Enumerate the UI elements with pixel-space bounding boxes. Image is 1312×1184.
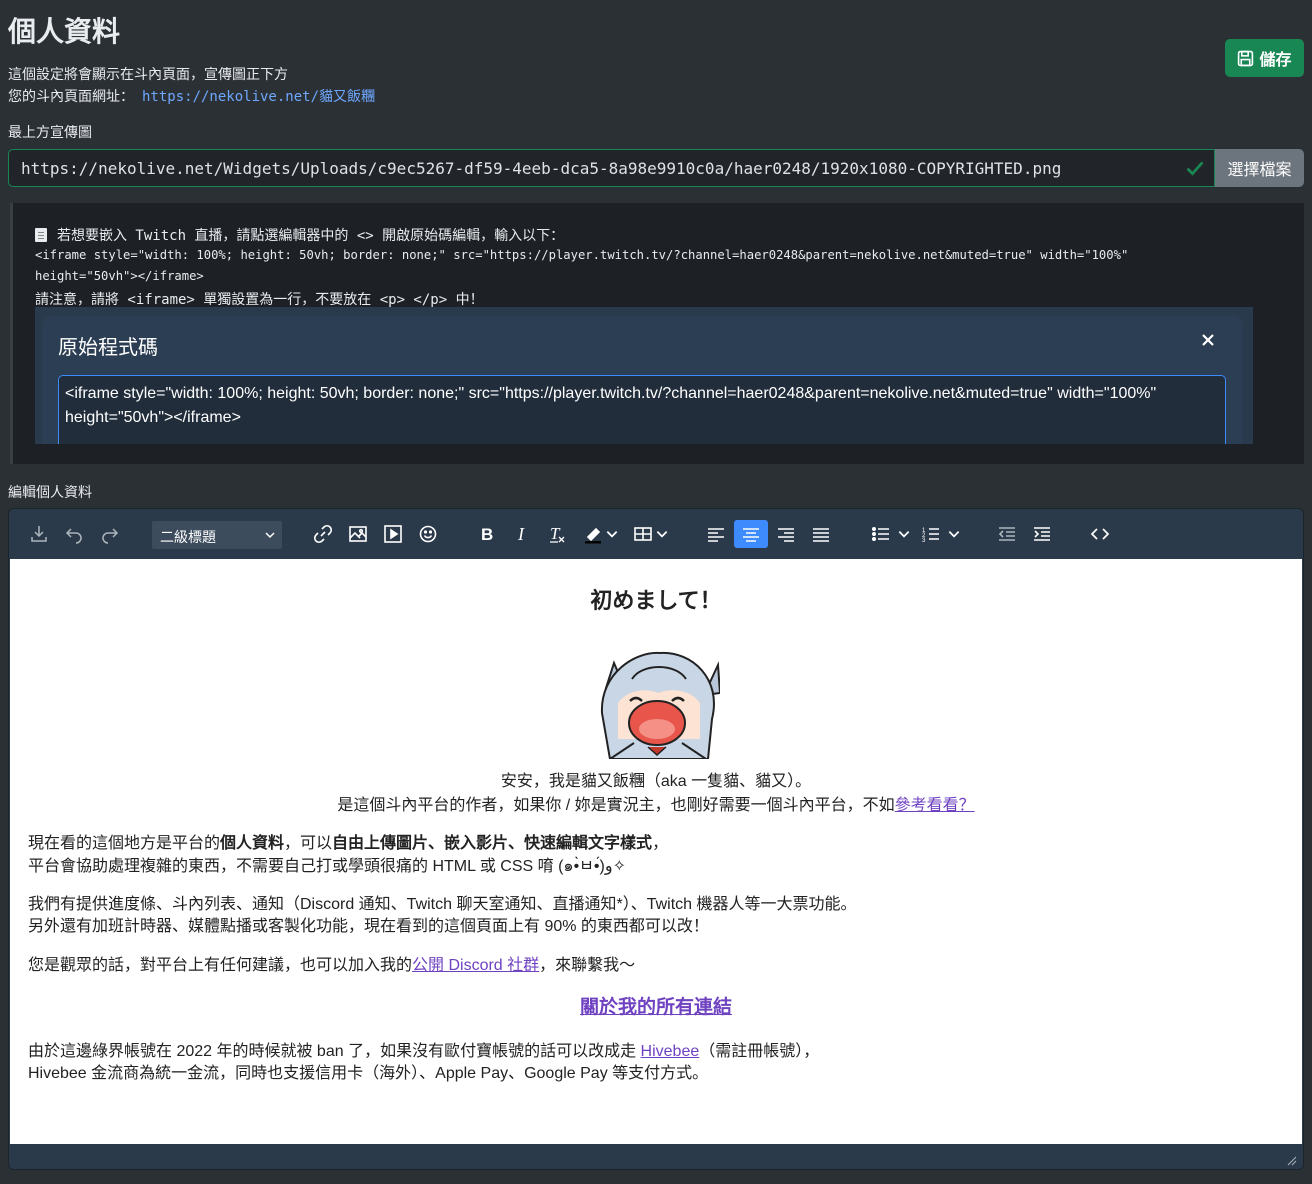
highlight-dropdown-icon[interactable] xyxy=(605,522,619,546)
p1-bold-features: 自由上傳圖片、嵌入影片、快速編輯文字樣式 xyxy=(332,835,653,852)
numbered-list-dropdown-icon[interactable] xyxy=(947,522,961,546)
check-icon xyxy=(1186,161,1204,176)
p1-bold-profile: 個人資料 xyxy=(220,835,285,852)
p3-text: 您是觀眾的話，對平台上有任何建議，也可以加入我的 xyxy=(28,957,413,974)
undo-icon[interactable] xyxy=(62,522,86,546)
choose-file-button[interactable]: 選擇檔案 xyxy=(1215,149,1304,187)
intro-line-1: 安安，我是貓又飯糰（aka 一隻貓、貓又）。 xyxy=(500,773,812,790)
p1-text-c: ，可以 xyxy=(284,835,333,852)
donate-url-link[interactable]: https://nekolive.net/貓又飯糰 xyxy=(142,89,375,105)
banner-url-input[interactable]: https://nekolive.net/Widgets/Uploads/c9e… xyxy=(8,149,1215,187)
intro-line-2-text: 是這個斗內平台的作者，如果你 / 妳是實況主，也剛好需要一個斗內平台，不如 xyxy=(337,797,895,814)
info-line-1: 若想要嵌入 Twitch 直播，請點選編輯器中的 <> 開啟原始碼編輯，輸入以下… xyxy=(35,225,564,245)
heading-select[interactable]: 二級標題 xyxy=(152,521,282,549)
numbered-list-icon[interactable]: 123 xyxy=(919,522,943,546)
align-left-icon[interactable] xyxy=(704,522,728,546)
donate-url-label: 您的斗內頁面網址： xyxy=(8,88,134,104)
dialog-title: 原始程式碼 xyxy=(58,337,158,359)
memo-icon xyxy=(35,228,47,242)
p4-text: 由於這邊綠界帳號在 2022 年的時候就被 ban 了，如果沒有歐付寶帳號的話可… xyxy=(28,1043,641,1060)
intro-line-2: 是這個斗內平台的作者，如果你 / 妳是實況主，也剛好需要一個斗內平台，不如參考看… xyxy=(10,791,1302,815)
outdent-icon[interactable] xyxy=(995,522,1019,546)
p1-text-e: ， xyxy=(652,835,669,852)
indent-icon[interactable] xyxy=(1030,522,1054,546)
reference-link[interactable]: 參考看看？ xyxy=(895,797,975,814)
source-code-dialog: 原始程式碼 <iframe style="width: 100%; height… xyxy=(42,316,1242,444)
embed-info-panel: 若想要嵌入 Twitch 直播，請點選編輯器中的 <> 開啟原始碼編輯，輸入以下… xyxy=(10,203,1304,464)
align-right-icon[interactable] xyxy=(774,522,798,546)
info-line-4: 請注意，請將 <iframe> 單獨設置為一行，不要放在 <p> </p> 中！ xyxy=(35,292,484,308)
discord-link[interactable]: 公開 Discord 社群 xyxy=(412,957,539,974)
paragraph-4-line-1: 由於這邊綠界帳號在 2022 年的時候就被 ban 了，如果沒有歐付寶帳號的話可… xyxy=(28,1037,819,1061)
align-justify-icon[interactable] xyxy=(809,522,833,546)
svg-text:3: 3 xyxy=(922,538,926,544)
paragraph-2-line-2: 另外還有加班計時器、媒體點播或客製化功能，現在看到的這個頁面上有 90% 的東西… xyxy=(28,918,709,935)
paragraph-4-line-2: Hivebee 金流商為統一金流，同時也支援信用卡（海外）、Apple Pay、… xyxy=(28,1065,709,1082)
info-text-1: 若想要嵌入 Twitch 直播，請點選編輯器中的 <> 開啟原始碼編輯，輸入以下… xyxy=(57,228,565,244)
save-draft-icon[interactable] xyxy=(27,522,51,546)
heading-select-value: 二級標題 xyxy=(160,529,216,545)
svg-text:I: I xyxy=(517,524,525,544)
media-icon[interactable] xyxy=(381,522,405,546)
source-code-icon[interactable] xyxy=(1088,522,1112,546)
editor-content[interactable]: 初めまして！ 安安，我是貓又飯糰（aka 一隻貓、貓又）。 是這個斗內平台的作者… xyxy=(10,559,1302,1144)
content-heading: 初めまして！ xyxy=(590,588,722,613)
profile-description: 這個設定將會顯示在斗內頁面，宣傳圖正下方 xyxy=(8,66,288,82)
emoji-icon[interactable] xyxy=(416,522,440,546)
svg-text:T: T xyxy=(550,524,561,543)
bold-icon[interactable]: B xyxy=(475,522,499,546)
hivebee-link[interactable]: Hivebee xyxy=(641,1043,700,1060)
mascot-image xyxy=(600,651,720,759)
highlight-color-icon[interactable] xyxy=(581,522,605,546)
floppy-icon xyxy=(1238,50,1254,66)
save-button[interactable]: 儲存 xyxy=(1225,39,1304,77)
paragraph-3: 您是觀眾的話，對平台上有任何建議，也可以加入我的公開 Discord 社群，來聯… xyxy=(28,951,635,975)
resize-handle-icon[interactable] xyxy=(1287,1156,1297,1166)
link-icon[interactable] xyxy=(311,522,335,546)
italic-icon[interactable]: I xyxy=(510,522,534,546)
donate-url-row: 您的斗內頁面網址： https://nekolive.net/貓又飯糰 xyxy=(8,86,375,106)
links-heading: 關於我的所有連結 xyxy=(10,992,1302,1019)
paragraph-1-line-1: 現在看的這個地方是平台的個人資料，可以自由上傳圖片、嵌入影片、快速編輯文字樣式， xyxy=(28,829,668,853)
p4-text-post: （需註冊帳號）， xyxy=(699,1043,820,1060)
image-icon[interactable] xyxy=(346,522,370,546)
rich-text-editor: 二級標題 B I T 123 初めまして！ 安安，我是貓又飯糰（aka 一隻貓、… xyxy=(8,508,1304,1170)
paragraph-2-line-1: 我們有提供進度條、斗內列表、通知（Discord 通知、Twitch 聊天室通知… xyxy=(28,896,857,913)
svg-text:B: B xyxy=(481,525,493,544)
chevron-down-icon xyxy=(265,532,275,539)
editor-toolbar: 二級標題 B I T 123 xyxy=(9,509,1303,559)
close-icon[interactable] xyxy=(1200,332,1216,348)
paragraph-1-line-2: 平台會協助處理複雜的東西，不需要自己打或學頭很痛的 HTML 或 CSS 唷 (… xyxy=(28,858,626,875)
bullet-list-dropdown-icon[interactable] xyxy=(897,522,911,546)
info-line-2: <iframe style="width: 100%; height: 50vh… xyxy=(35,248,1129,262)
editor-label: 編輯個人資料 xyxy=(8,484,92,500)
table-dropdown-icon[interactable] xyxy=(655,522,669,546)
save-label: 儲存 xyxy=(1259,52,1292,69)
source-code-textarea[interactable]: <iframe style="width: 100%; height: 50vh… xyxy=(58,375,1226,444)
align-center-icon[interactable] xyxy=(734,520,768,548)
clear-format-icon[interactable]: T xyxy=(545,522,569,546)
banner-label: 最上方宣傳圖 xyxy=(8,124,92,140)
page-title: 個人資料 xyxy=(8,16,121,47)
editor-statusbar xyxy=(9,1144,1303,1169)
bullet-list-icon[interactable] xyxy=(869,522,893,546)
all-links-link[interactable]: 關於我的所有連結 xyxy=(580,997,732,1018)
p3-text-post: ，來聯繫我～ xyxy=(539,957,636,974)
p1-text-a: 現在看的這個地方是平台的 xyxy=(28,835,221,852)
table-icon[interactable] xyxy=(631,522,655,546)
redo-icon[interactable] xyxy=(98,522,122,546)
info-line-3: height="50vh"></iframe> xyxy=(35,269,204,283)
